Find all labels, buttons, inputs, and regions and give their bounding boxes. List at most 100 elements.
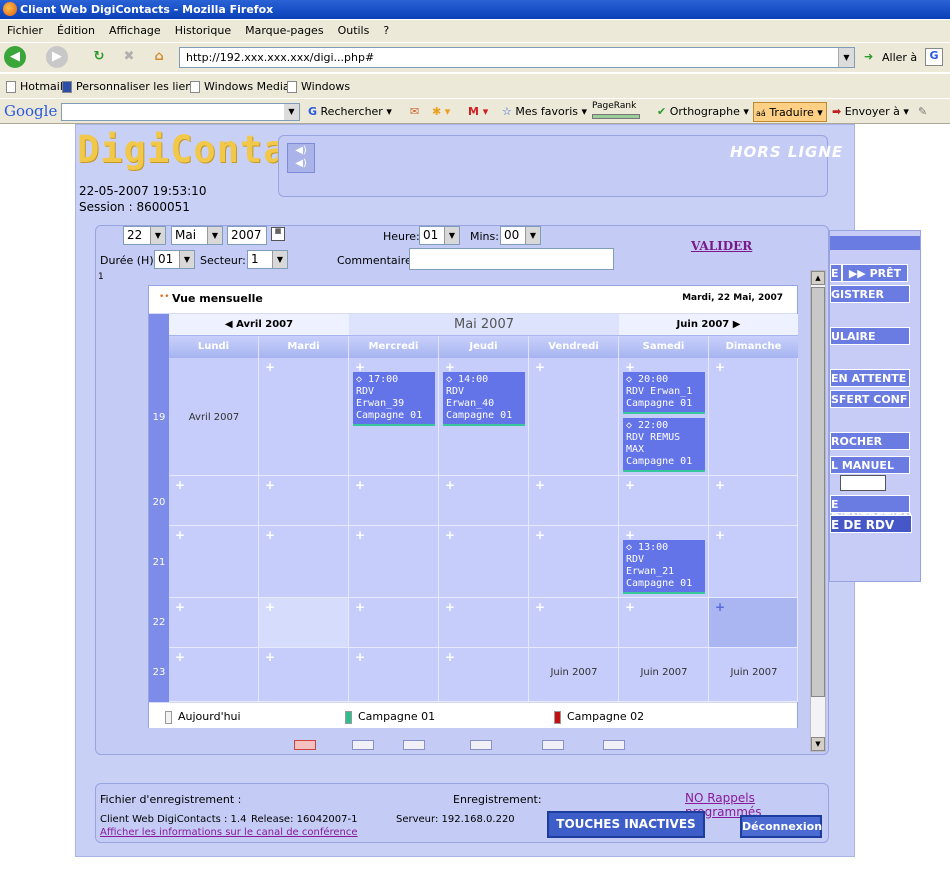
google-search-button[interactable]: G Rechercher ▾ <box>308 105 392 118</box>
add-icon[interactable]: + <box>175 528 185 542</box>
month-select[interactable]: Mai ▼ <box>171 226 223 245</box>
day-cell[interactable]: + <box>349 648 439 702</box>
day-cell[interactable]: + <box>709 358 798 476</box>
mins-select[interactable]: 00 ▼ <box>500 226 541 245</box>
add-icon[interactable]: + <box>265 478 275 492</box>
add-icon[interactable]: + <box>535 600 545 614</box>
day-cell[interactable]: + <box>169 598 259 648</box>
day-cell[interactable]: + <box>439 598 529 648</box>
add-icon[interactable]: + <box>445 650 455 664</box>
go-button[interactable]: Aller à <box>882 51 917 64</box>
prise-rdv-button[interactable]: E DE RDV <box>830 515 912 533</box>
add-icon[interactable]: + <box>715 478 725 492</box>
google-search-icon[interactable]: G <box>925 48 943 66</box>
day-cell[interactable]: + <box>169 476 259 526</box>
add-icon[interactable]: + <box>625 600 635 614</box>
add-icon[interactable]: + <box>355 650 365 664</box>
gmail-icon[interactable]: M ▾ <box>468 105 488 118</box>
url-input[interactable]: http://192.xxx.xxx.xxx/digi...php# ▼ <box>179 47 855 68</box>
event-card[interactable]: ◇ 13:00 RDV Erwan_21 Campagne 01 <box>623 540 705 594</box>
send-to-button[interactable]: ➡ Envoyer à ▾ <box>832 105 909 118</box>
home-icon[interactable]: ⌂ <box>148 46 170 68</box>
week-number[interactable]: 23 <box>149 667 169 678</box>
day-cell[interactable]: + ◇ 17:00 RDV Erwan_39 Campagne 01 <box>349 358 439 476</box>
add-icon[interactable]: + <box>535 478 545 492</box>
add-icon[interactable]: + <box>265 360 275 374</box>
pret-button[interactable]: ▶▶ PRÊT <box>842 264 908 282</box>
heure-select[interactable]: 01 ▼ <box>419 226 460 245</box>
day-cell[interactable]: + <box>529 476 619 526</box>
vertical-scrollbar[interactable]: ▲ ▼ <box>810 270 826 752</box>
event-card[interactable]: ◇ 17:00 RDV Erwan_39 Campagne 01 <box>353 372 435 426</box>
day-cell[interactable]: + <box>439 476 529 526</box>
folder-icon[interactable] <box>603 740 625 750</box>
formulaire-button[interactable]: ULAIRE <box>830 327 910 345</box>
month-view-icon[interactable] <box>470 740 492 750</box>
google-search-input[interactable]: ▼ <box>61 103 300 121</box>
popup-blocker-icon[interactable]: ✉ <box>410 105 419 118</box>
fiche-entretien-button[interactable]: E D'ENTRETIEN <box>830 495 912 524</box>
chevron-down-icon[interactable]: ▼ <box>284 104 299 120</box>
chevron-down-icon[interactable]: ▼ <box>272 251 287 268</box>
add-icon[interactable]: + <box>445 600 455 614</box>
add-icon[interactable]: + <box>535 528 545 542</box>
add-icon[interactable]: + <box>265 600 275 614</box>
secteur-select[interactable]: 1 ▼ <box>247 250 288 269</box>
speaker-icon[interactable]: ◀) ◀) <box>287 143 315 173</box>
chevron-down-icon[interactable]: ▼ <box>207 227 222 244</box>
add-icon[interactable]: + <box>445 528 455 542</box>
chevron-down-icon[interactable]: ▼ <box>525 227 540 244</box>
add-icon[interactable]: + <box>355 528 365 542</box>
event-card[interactable]: ◇ 20:00 RDV Erwan_1 Campagne 01 <box>623 372 705 414</box>
day-cell[interactable]: + <box>259 476 349 526</box>
menu-aide[interactable]: ? <box>376 20 396 41</box>
today-cell[interactable]: + <box>259 598 349 648</box>
duree-select[interactable]: 01 ▼ <box>154 250 195 269</box>
appel-manuel-button[interactable]: L MANUEL <box>830 456 910 474</box>
day-cell[interactable]: + <box>709 476 798 526</box>
day-cell[interactable]: + <box>529 598 619 648</box>
forward-icon[interactable]: ▶ <box>46 46 68 68</box>
week-number[interactable]: 19 <box>149 412 169 423</box>
add-icon[interactable]: + <box>715 528 725 542</box>
manual-call-input[interactable] <box>840 475 886 491</box>
day-cell[interactable]: + <box>259 648 349 702</box>
reload-icon[interactable]: ↻ <box>88 46 110 68</box>
menu-marque-pages[interactable]: Marque-pages <box>238 20 330 41</box>
week-view-icon[interactable] <box>403 740 425 750</box>
add-icon[interactable]: + <box>355 478 365 492</box>
add-icon[interactable]: + <box>715 600 725 614</box>
selected-cell[interactable]: + <box>709 598 798 648</box>
day-cell[interactable]: Juin 2007 <box>709 648 798 702</box>
day-cell[interactable]: + <box>529 526 619 598</box>
day-cell[interactable]: + <box>709 526 798 598</box>
day-cell[interactable]: + <box>259 358 349 476</box>
week-number[interactable]: 20 <box>149 497 169 508</box>
next-month-link[interactable]: Juin 2007 ▶ <box>619 314 798 335</box>
deconnexion-button[interactable]: Déconnexion <box>740 815 822 838</box>
touches-inactives-button[interactable]: TOUCHES INACTIVES <box>547 811 705 838</box>
menu-outils[interactable]: Outils <box>331 20 377 41</box>
stop-icon[interactable]: ✖ <box>118 46 140 68</box>
event-card[interactable]: ◇ 22:00 RDV REMUS MAX Campagne 01 <box>623 418 705 472</box>
day-cell[interactable]: + <box>439 648 529 702</box>
highlighter-icon[interactable]: ✎ <box>918 105 927 118</box>
add-icon[interactable]: + <box>175 600 185 614</box>
add-icon[interactable]: + <box>175 650 185 664</box>
menu-edition[interactable]: Édition <box>50 20 102 41</box>
day-cell[interactable]: + <box>439 526 529 598</box>
day-cell[interactable]: Juin 2007 <box>529 648 619 702</box>
spellcheck-button[interactable]: ✔ Orthographe ▾ <box>657 105 749 118</box>
url-dropdown-icon[interactable]: ▼ <box>838 48 854 67</box>
prev-month-link[interactable]: ◀ Avril 2007 <box>169 314 349 335</box>
week-number[interactable]: 21 <box>149 557 169 568</box>
transfert-conf-button[interactable]: SFERT CONF <box>830 390 910 408</box>
chevron-down-icon[interactable]: ▼ <box>444 227 459 244</box>
day-cell[interactable]: + ◇ 14:00 RDV Erwan_40 Campagne 01 <box>439 358 529 476</box>
valider-link[interactable]: VALIDER <box>691 239 752 253</box>
event-card[interactable]: ◇ 14:00 RDV Erwan_40 Campagne 01 <box>443 372 525 426</box>
translate-button[interactable]: aá Traduire ▾ <box>753 102 827 122</box>
day-cell[interactable]: + <box>349 598 439 648</box>
menu-fichier[interactable]: Fichier <box>0 20 50 41</box>
day-cell[interactable]: + ◇ 20:00 RDV Erwan_1 Campagne 01 ◇ 22:00 R… <box>619 358 709 476</box>
